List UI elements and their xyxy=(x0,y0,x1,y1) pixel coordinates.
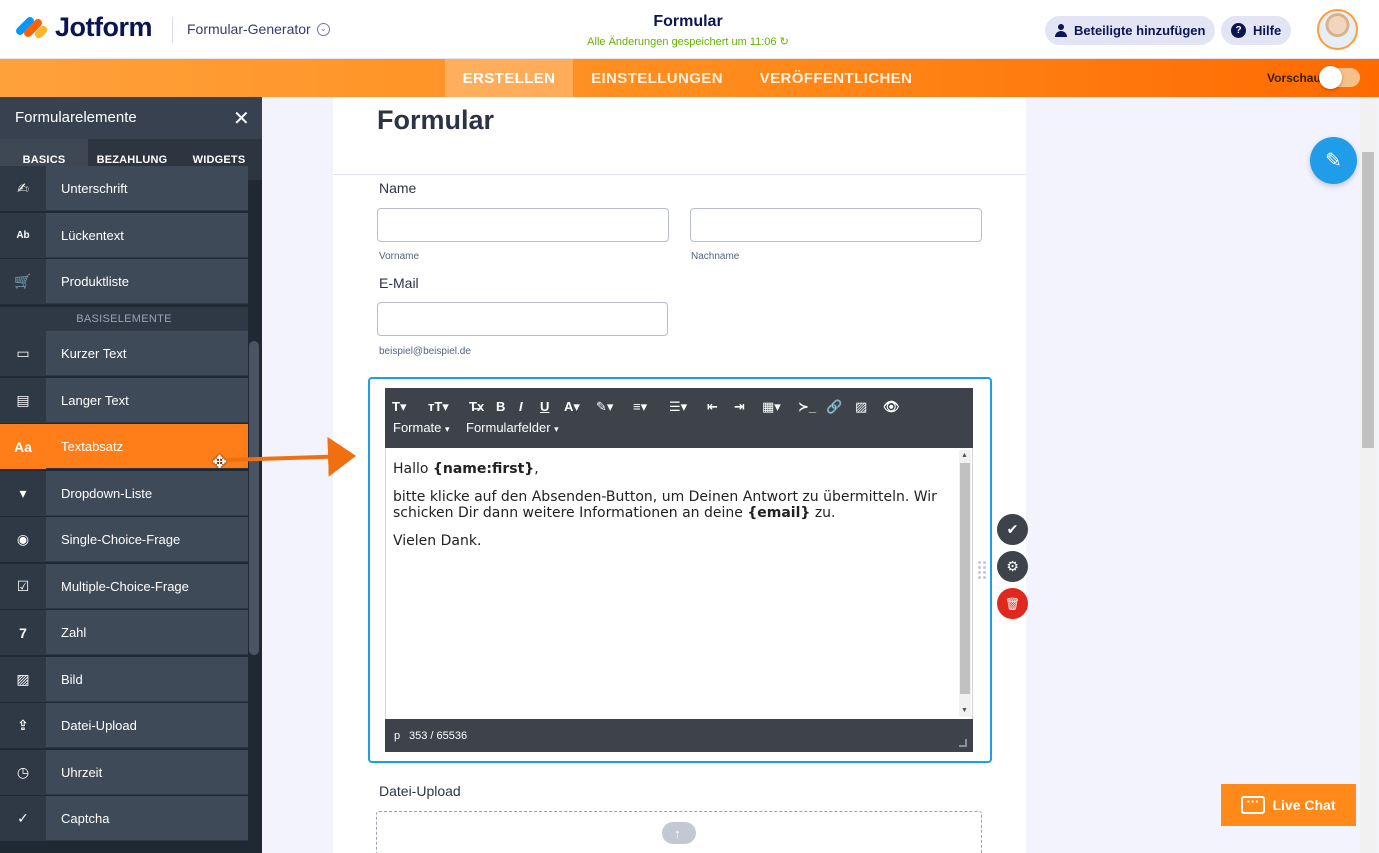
chat-icon xyxy=(1241,794,1266,814)
paint-roller-icon: ✎ xyxy=(1325,150,1342,172)
live-chat-label: Live Chat xyxy=(1272,797,1336,813)
live-chat-button[interactable]: Live Chat xyxy=(1221,784,1356,826)
form-designer-button[interactable]: ✎ xyxy=(1310,137,1357,184)
drag-arrow xyxy=(225,436,356,477)
page-scroll-thumb[interactable] xyxy=(1362,152,1374,448)
